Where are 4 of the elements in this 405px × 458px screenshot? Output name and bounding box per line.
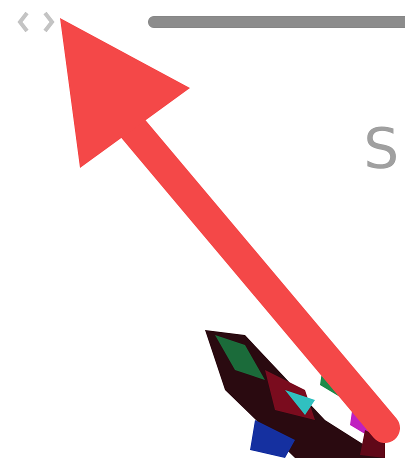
address-bar[interactable] [148, 16, 405, 28]
heading: S [363, 122, 399, 178]
chevron-left-icon[interactable] [16, 10, 30, 34]
chevron-right-icon[interactable] [42, 10, 56, 34]
